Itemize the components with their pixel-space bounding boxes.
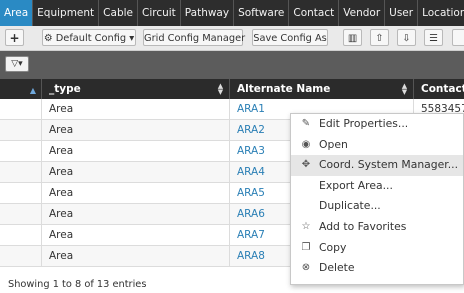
caret-down-icon: ▾ — [129, 33, 135, 44]
pencil-icon: ✎ — [301, 118, 311, 129]
type-cell: Area — [42, 141, 230, 161]
row-select-cell[interactable] — [0, 141, 42, 161]
menu-item-copy[interactable]: ❐ Copy — [291, 238, 463, 259]
context-menu: ✎ Edit Properties... ◉ Open ✥ Coord. Sys… — [290, 113, 464, 285]
column-header-contacts[interactable]: Contacts — [414, 79, 464, 99]
type-cell: Area — [42, 246, 230, 266]
tab-circuit[interactable]: Circuit — [138, 0, 181, 26]
grid-config-manager-button[interactable]: Grid Config Manager — [143, 29, 245, 46]
row-select-cell[interactable] — [0, 204, 42, 224]
menu-item-export-area[interactable]: Export Area... — [291, 176, 463, 197]
sort-icon: ▲ ▼ — [401, 82, 408, 96]
type-cell: Area — [42, 183, 230, 203]
move-icon: ✥ — [301, 159, 311, 171]
default-config-dropdown[interactable]: ⚙ Default Config ▾ — [42, 29, 136, 46]
type-cell: Area — [42, 225, 230, 245]
download-icon[interactable]: ⇩ — [397, 29, 416, 46]
tab-user[interactable]: User — [385, 0, 419, 26]
gear-icon: ⚙ — [43, 33, 53, 44]
row-select-cell[interactable] — [0, 120, 42, 140]
row-select-cell[interactable] — [0, 225, 42, 245]
row-select-cell[interactable] — [0, 162, 42, 182]
row-select-cell[interactable] — [0, 183, 42, 203]
tab-vendor[interactable]: Vendor — [339, 0, 386, 26]
delete-icon: ⊗ — [301, 262, 311, 274]
more-icon[interactable] — [452, 29, 464, 46]
config-label: Default Config — [55, 33, 127, 44]
type-cell: Area — [42, 120, 230, 140]
tab-equipment[interactable]: Equipment — [33, 0, 100, 26]
pagination-status: Showing 1 to 8 of 13 entries — [8, 279, 147, 290]
row-select-cell[interactable] — [0, 246, 42, 266]
menu-item-coord-system-manager[interactable]: ✥ Coord. System Manager... — [291, 155, 463, 176]
column-header-select[interactable]: ▲ — [0, 79, 42, 99]
tab-cable[interactable]: Cable — [99, 0, 138, 26]
column-header-type[interactable]: _type ▲ ▼ — [42, 79, 230, 99]
sort-asc-icon: ▲ — [29, 86, 36, 95]
save-config-as-button[interactable]: Save Config As — [252, 29, 328, 46]
list-icon[interactable]: ☰ — [424, 29, 443, 46]
sort-icon: ▲ ▼ — [217, 82, 224, 96]
column-header-alternate-name[interactable]: Alternate Name ▲ ▼ — [230, 79, 414, 99]
add-button[interactable]: + — [5, 29, 24, 46]
tab-location[interactable]: Location — [418, 0, 464, 26]
menu-item-duplicate[interactable]: Duplicate... — [291, 196, 463, 217]
tab-contact[interactable]: Contact — [289, 0, 340, 26]
tab-software[interactable]: Software — [234, 0, 290, 26]
type-cell: Area — [42, 99, 230, 119]
menu-item-delete[interactable]: ⊗ Delete — [291, 258, 463, 279]
table-header: ▲ _type ▲▼ Alternate Name ▲▼ Contacts — [0, 79, 464, 99]
menu-item-edit-properties[interactable]: ✎ Edit Properties... — [291, 114, 463, 135]
filter-icon[interactable]: ▽▾ — [5, 56, 29, 72]
eye-icon: ◉ — [301, 138, 311, 150]
type-cell: Area — [42, 204, 230, 224]
star-icon: ☆ — [301, 220, 311, 232]
menu-item-open[interactable]: ◉ Open — [291, 135, 463, 156]
toolbar: + ⚙ Default Config ▾ Grid Config Manager… — [0, 26, 464, 51]
filter-bar: ▽▾ — [0, 51, 464, 79]
chart-icon[interactable]: ▥ — [343, 29, 362, 46]
row-select-cell[interactable] — [0, 99, 42, 119]
tab-area[interactable]: Area — [0, 0, 34, 26]
tab-pathway[interactable]: Pathway — [181, 0, 235, 26]
menu-item-add-to-favorites[interactable]: ☆ Add to Favorites — [291, 217, 463, 238]
upload-icon[interactable]: ⇧ — [370, 29, 389, 46]
entity-tabs: Area Equipment Cable Circuit Pathway Sof… — [0, 0, 464, 26]
type-cell: Area — [42, 162, 230, 182]
copy-icon: ❐ — [301, 241, 311, 253]
